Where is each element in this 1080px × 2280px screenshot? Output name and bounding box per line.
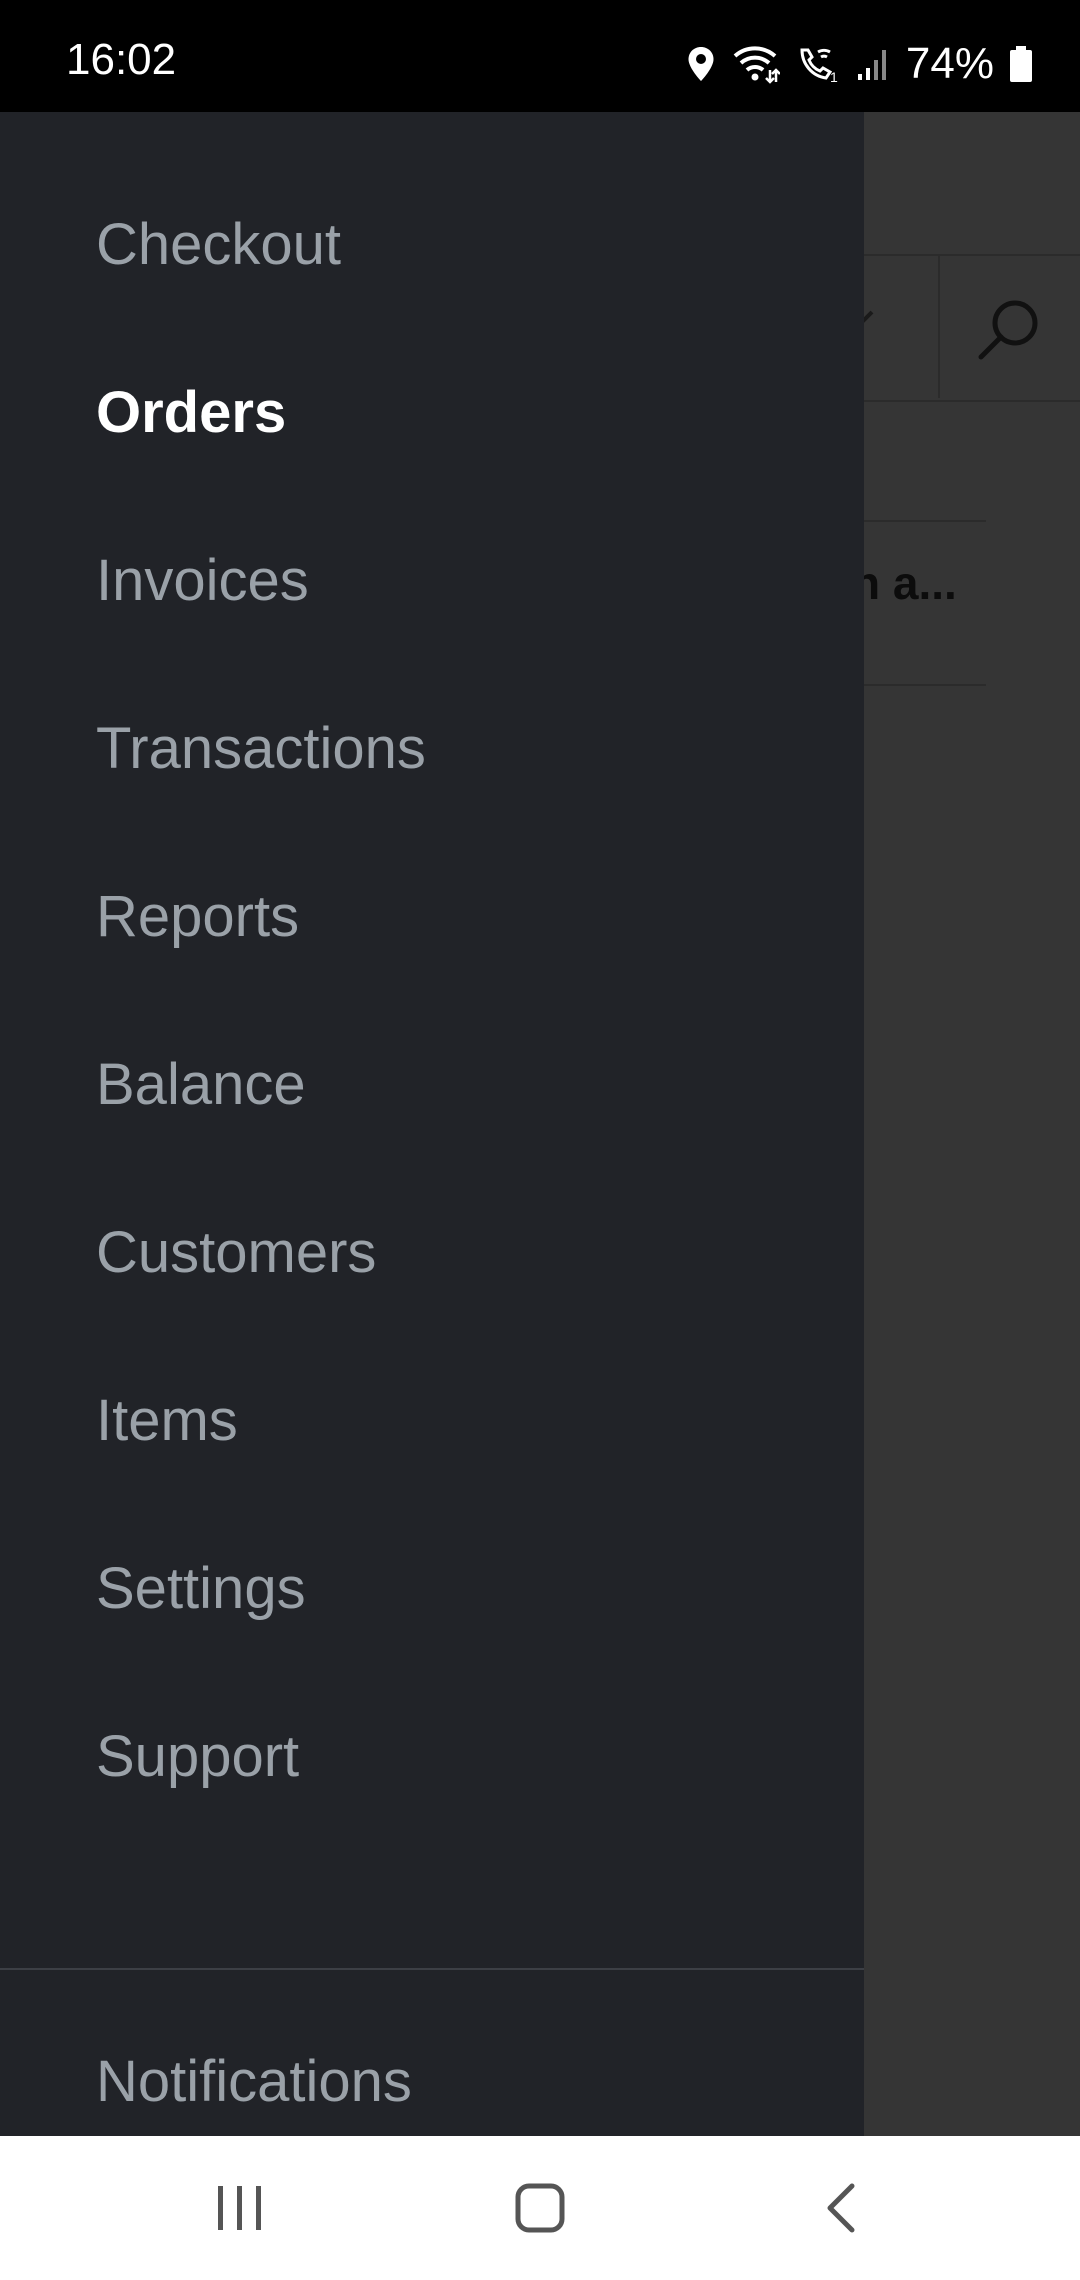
drawer-item-orders[interactable]: Orders [96,384,286,442]
wifi-icon [732,44,780,84]
back-icon[interactable] [812,2178,872,2243]
drawer-item-support[interactable]: Support [96,1728,299,1786]
drawer-item-invoices[interactable]: Invoices [96,552,309,610]
drawer-item-balance[interactable]: Balance [96,1056,306,1114]
drawer-item-customers[interactable]: Customers [96,1224,376,1282]
location-icon [686,46,716,82]
drawer-item-settings[interactable]: Settings [96,1560,306,1618]
drawer-divider [0,1968,864,1970]
background-row-text: n a... [852,557,957,609]
signal-icon [856,46,890,82]
drawer-item-checkout[interactable]: Checkout [96,216,341,274]
background-row-divider [864,684,986,686]
drawer-item-transactions[interactable]: Transactions [96,720,426,778]
background-row-divider [864,520,986,522]
system-nav-bar [0,2136,1080,2280]
wifi-call-icon: 1 [796,44,840,84]
battery-icon [1010,46,1032,82]
home-icon[interactable] [510,2178,570,2243]
status-icons: 1 74% [686,40,1032,88]
recent-apps-icon[interactable] [210,2178,270,2243]
background-toolbar [864,254,1080,402]
status-bar: 16:02 1 74% [0,0,1080,112]
status-time: 16:02 [66,35,177,84]
battery-percent: 74% [905,39,994,88]
background-toolbar-divider [938,254,940,398]
drawer-item-items[interactable]: Items [96,1392,238,1450]
navigation-drawer: Checkout Orders Invoices Transactions Re… [0,112,864,2136]
drawer-item-notifications[interactable]: Notifications [96,2053,412,2111]
svg-text:1: 1 [830,69,838,84]
drawer-item-reports[interactable]: Reports [96,888,299,946]
search-icon [975,295,1043,368]
